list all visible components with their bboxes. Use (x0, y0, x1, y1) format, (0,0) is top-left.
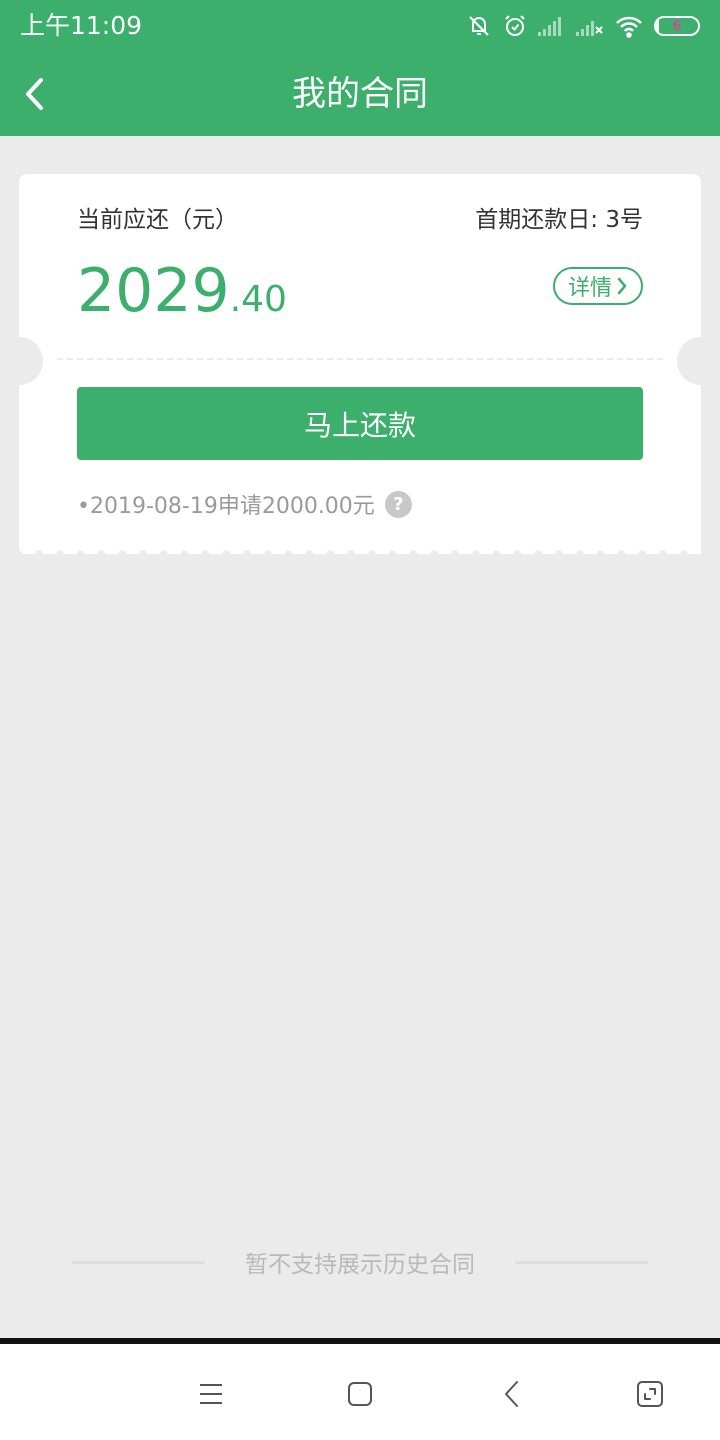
ticket-notch-left (0, 337, 43, 385)
details-button[interactable]: 详情 (553, 267, 643, 305)
navigation-header: 我的合同 (0, 52, 720, 136)
menu-button[interactable] (189, 1372, 233, 1416)
details-label: 详情 (567, 276, 612, 301)
history-notice-text: 暂不支持展示历史合同 (245, 1252, 475, 1278)
divider-left (72, 1260, 205, 1264)
amount-due-value: 2029.40 (77, 256, 287, 341)
amount-due-label: 当前应还（元） (77, 207, 238, 233)
back-icon (505, 1381, 518, 1407)
back-arrow-icon (26, 78, 43, 110)
app-screen: 上午11:09 6 我的合同 当前应还（元） 首期还款日: 3号 2029.40… (0, 0, 720, 1440)
back-button[interactable] (10, 68, 62, 120)
menu-icon (200, 1384, 222, 1404)
signal-no-service-icon (576, 15, 604, 37)
system-back-button[interactable] (490, 1372, 534, 1416)
battery-icon: 6 (654, 16, 700, 36)
wifi-icon (614, 14, 644, 38)
history-notice: 暂不支持展示历史合同 (72, 1242, 648, 1282)
home-button[interactable] (338, 1372, 382, 1416)
amount-decimal: .40 (229, 279, 287, 320)
signal-icon (538, 15, 566, 37)
screenshot-icon (637, 1381, 663, 1407)
ticket-scallop-edge (19, 548, 701, 554)
screenshot-button[interactable] (628, 1372, 672, 1416)
application-info-text: •2019-08-19申请2000.00元 (77, 494, 375, 519)
mute-icon (466, 13, 492, 39)
first-repayment-day: 首期还款日: 3号 (475, 207, 643, 233)
status-time: 上午11:09 (20, 11, 143, 40)
amount-integer: 2029 (77, 256, 230, 326)
help-icon[interactable]: ? (384, 490, 412, 518)
battery-level: 6 (672, 18, 682, 34)
contract-card: 当前应还（元） 首期还款日: 3号 2029.40 详情 马上还款 •2019-… (0, 174, 720, 554)
home-icon (348, 1382, 372, 1406)
repay-now-button[interactable]: 马上还款 (77, 387, 643, 460)
dashed-divider (57, 358, 663, 360)
ticket-notch-right (677, 337, 720, 385)
status-bar: 上午11:09 6 (0, 0, 720, 52)
chevron-right-icon (617, 277, 627, 295)
page-title: 我的合同 (292, 74, 428, 114)
application-info: •2019-08-19申请2000.00元 ? (77, 487, 412, 521)
alarm-icon (502, 13, 528, 39)
status-icons: 6 (466, 10, 700, 42)
divider-right (515, 1260, 648, 1264)
battery-fill (656, 18, 659, 34)
system-navigation-bar (0, 1338, 720, 1440)
